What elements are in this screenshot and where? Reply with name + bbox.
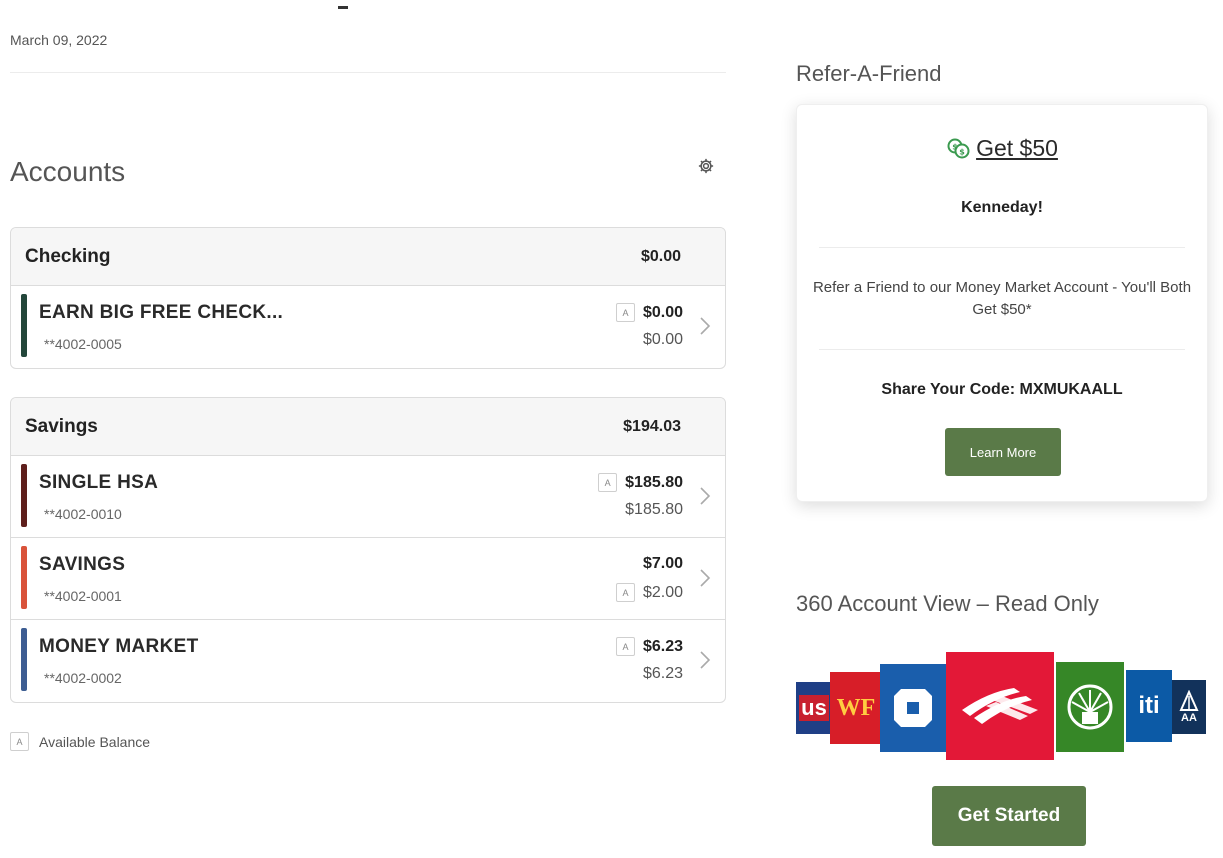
- account-balance-secondary: $185.80: [625, 501, 683, 518]
- balance-line-2: $185.80: [625, 501, 683, 519]
- fidelity-sunburst-icon: [1067, 684, 1113, 730]
- balance-line-1: A $6.23: [615, 637, 683, 656]
- account-balance-primary: $185.80: [625, 473, 683, 491]
- referral-name: Kenneday!: [961, 199, 1043, 216]
- referral-code: Share Your Code: MXMUKAALL: [881, 381, 1123, 398]
- card-divider: [819, 349, 1185, 350]
- svg-text:$: $: [959, 147, 965, 156]
- wells-fargo-logo: WF: [830, 672, 882, 744]
- account-balance-secondary: $2.00: [642, 583, 683, 601]
- checking-group: Checking $0.00 EARN BIG FREE CHECK... **…: [10, 227, 726, 369]
- citi-logo-text: iti: [1138, 692, 1160, 719]
- header-divider: [10, 72, 726, 73]
- checking-group-header: Checking $0.00: [11, 228, 725, 286]
- legend-text: Available Balance: [39, 733, 151, 750]
- group-name: Savings: [25, 415, 98, 437]
- chase-logo: [880, 664, 946, 752]
- account-name: SAVINGS: [39, 554, 126, 575]
- balance-line-1: A $185.80: [598, 473, 683, 492]
- balance-line-1: A $0.00: [615, 303, 683, 322]
- group-name: Checking: [25, 245, 111, 267]
- bank-of-america-flag-icon: [962, 688, 1038, 724]
- wells-fargo-logo-text: WF: [836, 694, 876, 721]
- account-name: MONEY MARKET: [39, 636, 199, 657]
- card-divider: [819, 247, 1185, 248]
- available-balance-legend: A Available Balance: [10, 732, 150, 751]
- balance-line-2: A $2.00: [615, 583, 683, 602]
- available-balance-badge: A: [598, 473, 618, 492]
- get-50-link[interactable]: $ $ Get $50: [797, 135, 1207, 162]
- chevron-right-icon: [700, 651, 711, 669]
- available-balance-badge: A: [10, 732, 29, 751]
- account-color-bar: [21, 546, 27, 609]
- fidelity-logo: [1056, 662, 1124, 752]
- top-divider-mark: [338, 6, 348, 9]
- account-row-savings[interactable]: SAVINGS **4002-0001 $7.00 A $2.00: [11, 538, 725, 620]
- group-total: $0.00: [640, 247, 681, 265]
- svg-text:$: $: [952, 142, 958, 151]
- account-color-bar: [21, 464, 27, 527]
- get-50-label: Get $50: [976, 135, 1058, 161]
- account-row-money-market[interactable]: MONEY MARKET **4002-0002 A $6.23 $6.23: [11, 620, 725, 702]
- money-coins-icon: $ $: [947, 138, 970, 158]
- balance-line-2: $0.00: [643, 331, 683, 349]
- account-row-single-hsa[interactable]: SINGLE HSA **4002-0010 A $185.80 $185.80: [11, 456, 725, 538]
- available-balance-badge: A: [615, 303, 635, 322]
- balance-line-2: $6.23: [643, 665, 683, 683]
- gear-icon: [698, 158, 714, 174]
- savings-group-header: Savings $194.03: [11, 398, 725, 456]
- available-balance-badge: A: [615, 583, 635, 602]
- account-color-bar: [21, 294, 27, 357]
- account-row-earn-big-free-checking[interactable]: EARN BIG FREE CHECK... **4002-0005 A $0.…: [11, 286, 725, 368]
- chevron-right-icon: [700, 487, 711, 505]
- savings-group: Savings $194.03 SINGLE HSA **4002-0010 A…: [10, 397, 726, 703]
- 360-account-view-heading: 360 Account View – Read Only: [796, 591, 1099, 616]
- balance-line-1: $7.00: [643, 555, 683, 573]
- bank-of-america-logo: [946, 652, 1054, 760]
- account-balance-primary: $0.00: [642, 303, 683, 321]
- referral-description: Refer a Friend to our Money Market Accou…: [812, 279, 1192, 318]
- us-bank-logo-text: us: [799, 695, 829, 721]
- accounts-heading: Accounts: [10, 156, 126, 187]
- learn-more-button[interactable]: Learn More: [945, 428, 1061, 476]
- bank-logos-strip: us WF iti AA: [796, 652, 1208, 760]
- account-number: **4002-0005: [44, 336, 122, 352]
- refer-a-friend-card: $ $ Get $50 Kenneday! Refer a Friend to …: [796, 104, 1208, 502]
- citi-logo: iti: [1126, 670, 1172, 742]
- account-balance-secondary: $6.23: [642, 665, 683, 682]
- account-number: **4002-0002: [44, 670, 122, 686]
- account-balance-secondary: $0.00: [642, 331, 683, 348]
- usaa-logo-text: AA: [1181, 712, 1197, 724]
- account-name: SINGLE HSA: [39, 472, 159, 493]
- us-bank-logo: us: [796, 682, 832, 734]
- chevron-right-icon: [700, 317, 711, 335]
- chevron-right-icon: [700, 569, 711, 587]
- account-balance-primary: $6.23: [642, 637, 683, 655]
- refer-a-friend-heading: Refer-A-Friend: [796, 61, 942, 86]
- usaa-eagle-icon: [1179, 690, 1199, 711]
- usaa-logo: AA: [1172, 680, 1206, 734]
- account-number: **4002-0010: [44, 506, 122, 522]
- chase-octagon-icon: [894, 689, 932, 727]
- account-color-bar: [21, 628, 27, 691]
- account-number: **4002-0001: [44, 588, 122, 604]
- current-date: March 09, 2022: [10, 32, 108, 48]
- group-total: $194.03: [623, 417, 681, 435]
- account-balance-primary: $7.00: [642, 555, 683, 572]
- account-name: EARN BIG FREE CHECK...: [39, 302, 284, 323]
- get-started-button[interactable]: Get Started: [932, 786, 1086, 846]
- accounts-settings-button[interactable]: [694, 154, 718, 178]
- available-balance-badge: A: [615, 637, 635, 656]
